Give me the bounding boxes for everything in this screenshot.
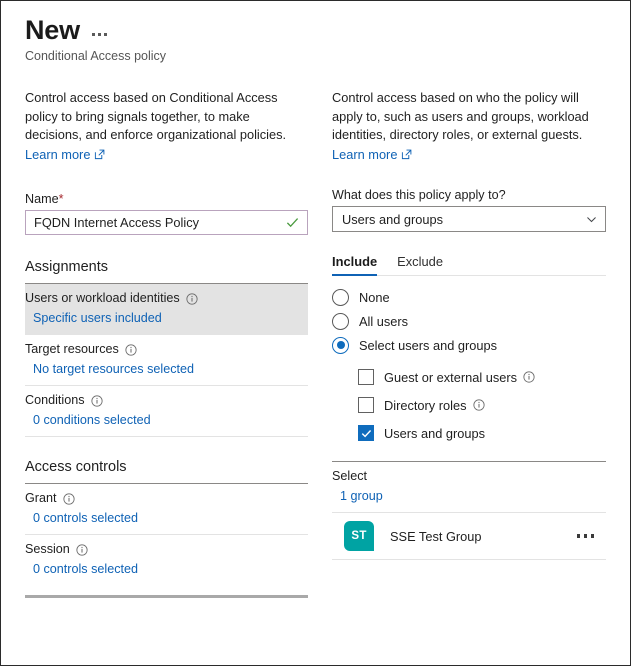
target-resources-value[interactable]: No target resources selected: [33, 361, 308, 378]
sidebar-item-users-or-workload-identities[interactable]: Users or workload identities Specific us…: [25, 284, 308, 334]
include-scope-radio-group: None All users Select users and groups: [332, 285, 606, 357]
radio-select-users-and-groups[interactable]: Select users and groups: [332, 333, 606, 357]
radio-none-label: None: [359, 289, 390, 305]
access-controls-heading: Access controls: [25, 459, 127, 475]
checkbox-directory-roles[interactable]: Directory roles: [358, 391, 606, 419]
tab-exclude[interactable]: Exclude: [397, 254, 443, 276]
info-icon[interactable]: [62, 492, 75, 505]
conditional-access-new-policy-panel: New Conditional Access policy Control ac…: [0, 0, 631, 666]
select-value[interactable]: 1 group: [340, 488, 606, 505]
bottom-divider: [25, 595, 308, 598]
valid-check-icon: [286, 218, 299, 228]
select-label: Select: [332, 469, 368, 483]
radio-icon-none: [332, 288, 349, 306]
info-icon[interactable]: [125, 343, 137, 356]
users-or-workload-identities-value[interactable]: Specific users included: [33, 310, 308, 327]
learn-more-link-right[interactable]: Learn more: [332, 146, 412, 165]
assignments-heading: Assignments: [25, 259, 109, 275]
checkbox-guest-or-external-users[interactable]: Guest or external users: [358, 363, 606, 391]
learn-more-link-left[interactable]: Learn more: [25, 146, 105, 165]
conditions-label: Conditions: [25, 393, 85, 407]
radio-all-users-label: All users: [359, 313, 409, 329]
radio-none[interactable]: None: [332, 285, 606, 309]
policy-name-value: FQDN Internet Access Policy: [34, 215, 199, 230]
sidebar-item-conditions[interactable]: Conditions 0 conditions selected: [25, 386, 308, 436]
checkbox-icon-users-and-groups: [358, 425, 374, 441]
target-resources-label: Target resources: [25, 342, 119, 356]
sidebar-item-session[interactable]: Session 0 controls selected: [25, 535, 308, 585]
right-description: Control access based on who the policy w…: [332, 90, 589, 142]
session-value[interactable]: 0 controls selected: [33, 561, 308, 578]
radio-icon-all-users: [332, 312, 349, 330]
required-asterisk: *: [58, 192, 64, 206]
avatar: ST: [344, 521, 374, 551]
sidebar-item-grant[interactable]: Grant 0 controls selected: [25, 484, 308, 534]
divider: [332, 559, 606, 560]
info-icon[interactable]: [186, 292, 198, 305]
more-options-icon[interactable]: [91, 33, 107, 45]
group-more-options-icon[interactable]: [576, 534, 594, 538]
policy-name-input[interactable]: FQDN Internet Access Policy: [25, 210, 308, 235]
page-title: New: [25, 15, 80, 45]
learn-more-label-left: Learn more: [25, 146, 91, 162]
conditions-value[interactable]: 0 conditions selected: [33, 412, 308, 429]
checkbox-guest-or-external-users-label: Guest or external users: [384, 369, 518, 385]
radio-icon-select-users-and-groups: [332, 336, 349, 354]
external-link-icon: [95, 149, 105, 160]
checkbox-users-and-groups-label: Users and groups: [384, 425, 486, 441]
info-icon[interactable]: [76, 543, 88, 556]
info-icon[interactable]: [472, 399, 485, 411]
session-label: Session: [25, 542, 70, 556]
left-description: Control access based on Conditional Acce…: [25, 90, 287, 142]
info-icon[interactable]: [523, 371, 535, 383]
external-link-icon: [402, 149, 412, 160]
apply-to-value: Users and groups: [342, 211, 444, 227]
left-column: Control access based on Conditional Acce…: [25, 89, 308, 598]
group-name: SSE Test Group: [390, 528, 482, 544]
name-label-text: Name: [25, 192, 59, 206]
panel-header: New Conditional Access policy: [25, 15, 585, 64]
checkbox-icon-guest-or-external-users: [358, 369, 374, 385]
checkbox-directory-roles-label: Directory roles: [384, 397, 467, 413]
list-item-group[interactable]: ST SSE Test Group: [332, 513, 606, 559]
radio-select-users-and-groups-label: Select users and groups: [359, 337, 498, 353]
radio-all-users[interactable]: All users: [332, 309, 606, 333]
checkbox-icon-directory-roles: [358, 397, 374, 413]
chevron-down-icon: [587, 216, 596, 222]
apply-to-label: What does this policy apply to?: [332, 188, 506, 202]
right-column: Control access based on who the policy w…: [332, 89, 606, 560]
sidebar-item-target-resources[interactable]: Target resources No target resources sel…: [25, 335, 308, 385]
include-targets-checkbox-group: Guest or external users Directory roles: [332, 363, 606, 447]
tab-include[interactable]: Include: [332, 254, 378, 276]
users-or-workload-identities-label: Users or workload identities: [25, 291, 180, 305]
checkbox-users-and-groups[interactable]: Users and groups: [358, 419, 606, 447]
grant-value[interactable]: 0 controls selected: [33, 510, 308, 527]
divider: [25, 436, 308, 437]
grant-label: Grant: [25, 491, 57, 505]
info-icon[interactable]: [90, 394, 103, 407]
apply-to-dropdown[interactable]: Users and groups: [332, 206, 606, 232]
select-group-row: Select 1 group: [332, 462, 606, 512]
include-exclude-tabs: Include Exclude: [332, 254, 606, 276]
learn-more-label-right: Learn more: [332, 146, 398, 162]
page-subtitle: Conditional Access policy: [25, 49, 167, 63]
name-field-label: Name*: [25, 192, 308, 206]
